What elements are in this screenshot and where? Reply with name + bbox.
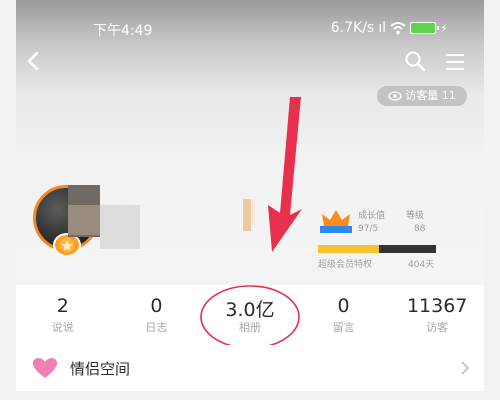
eye-icon xyxy=(388,91,402,101)
stat-label: 日志 xyxy=(145,321,168,334)
stat-shuoshuo[interactable]: 2 说说 xyxy=(16,285,110,341)
vip-progress-fill xyxy=(318,245,380,253)
stat-fangke[interactable]: 11367 访客 xyxy=(390,285,484,341)
stat-liuyan[interactable]: 0 留言 xyxy=(297,285,391,341)
qzone-profile-screen: 下午4:49 6.7K/s ıl ⚡ 访客量 11 成长值 等级 97/5 88… xyxy=(0,0,500,400)
signal-bars-icon: ıl xyxy=(378,20,386,36)
network-speed: 6.7K/s xyxy=(330,20,375,36)
vip-progress-bar xyxy=(318,245,436,253)
annotation-arrow-icon xyxy=(268,97,302,252)
stat-label: 说说 xyxy=(51,321,74,334)
cover-mosaic-block xyxy=(243,199,251,231)
vip-status-block[interactable]: 成长值 等级 97/5 88 超级会员特权 404天 xyxy=(318,206,438,270)
couple-space-row[interactable]: 情侣空间 xyxy=(16,345,484,391)
battery-icon xyxy=(410,22,439,34)
annotation-highlight-circle xyxy=(200,285,300,349)
left-margin xyxy=(0,0,16,400)
stat-rizhi[interactable]: 0 日志 xyxy=(110,285,204,341)
stat-value: 2 xyxy=(56,295,69,317)
stat-value: 0 xyxy=(337,295,350,317)
stat-label: 留言 xyxy=(332,321,355,334)
chevron-right-icon xyxy=(461,361,470,375)
vip-col2-label: 等级 xyxy=(406,211,425,221)
nav-bar xyxy=(16,50,484,76)
stat-value: 0 xyxy=(150,295,163,317)
vip-foot-left: 超级会员特权 xyxy=(318,260,373,270)
wifi-icon xyxy=(390,22,406,35)
stat-value: 11367 xyxy=(406,295,468,317)
couple-space-label: 情侣空间 xyxy=(70,360,131,378)
vip-col1-label: 成长值 xyxy=(358,211,386,221)
charging-icon: ⚡ xyxy=(440,21,448,35)
visitor-count-badge[interactable]: 访客量 11 xyxy=(377,86,467,106)
back-icon[interactable] xyxy=(24,50,42,72)
vip-col1-value: 97/5 xyxy=(358,224,379,234)
vip-crown-icon xyxy=(320,210,352,233)
vip-col2-value: 88 xyxy=(414,224,426,234)
status-bar: 下午4:49 6.7K/s ıl ⚡ xyxy=(16,16,484,42)
status-time: 下午4:49 xyxy=(93,23,153,39)
search-icon[interactable] xyxy=(404,50,426,72)
status-indicators: 6.7K/s ıl ⚡ xyxy=(330,20,448,36)
visitor-badge-label: 访客量 11 xyxy=(405,89,456,102)
right-margin xyxy=(484,0,500,400)
heart-icon xyxy=(33,358,57,378)
section-divider xyxy=(16,391,484,400)
hamburger-menu-icon[interactable] xyxy=(444,52,466,72)
vip-foot-right: 404天 xyxy=(408,260,435,270)
cover-mosaic-block xyxy=(251,199,255,225)
stat-label: 访客 xyxy=(426,321,449,334)
nickname-mosaic-block xyxy=(100,205,140,249)
nickname-mosaic-block xyxy=(68,205,100,235)
